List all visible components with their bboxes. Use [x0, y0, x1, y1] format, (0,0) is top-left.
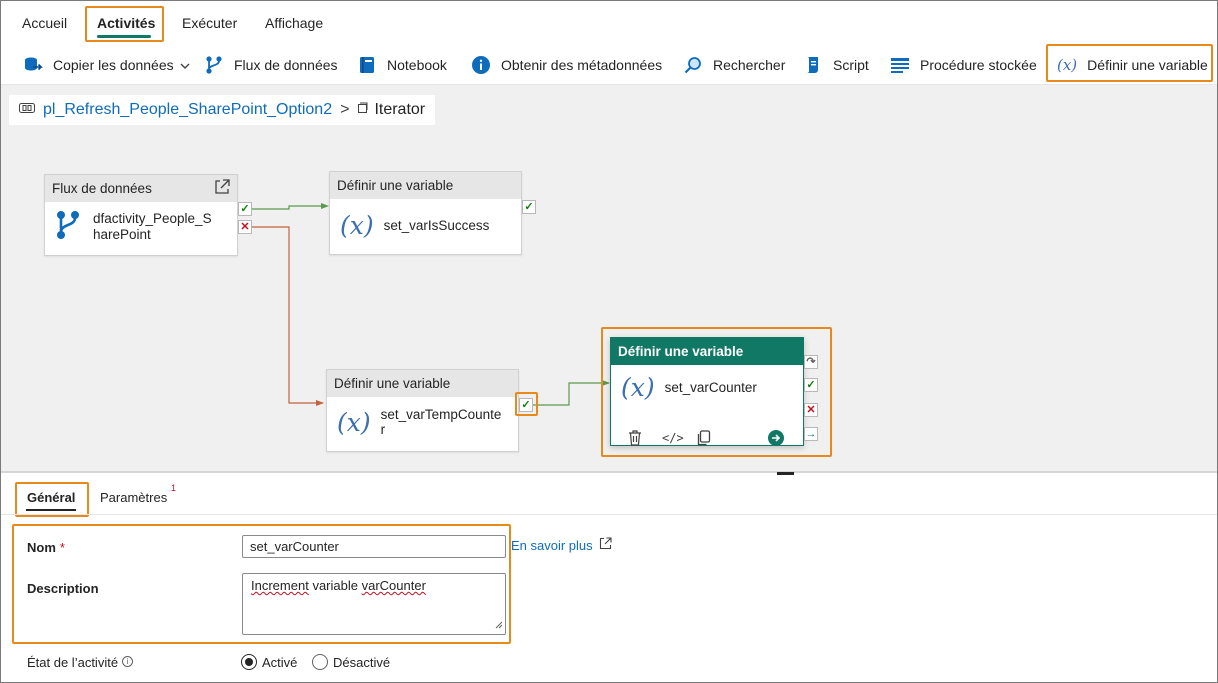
node-name: set_varIsSuccess: [383, 218, 490, 233]
notebook-label: Notebook: [387, 57, 447, 73]
variable-icon: (x): [621, 373, 655, 402]
dataflow-activity-node[interactable]: Flux de données dfactivity_People_S hare…: [44, 174, 238, 256]
activity-state-label: État de l’activité i: [27, 655, 134, 670]
resize-grip[interactable]: [777, 472, 794, 475]
tab-run[interactable]: Exécuter: [182, 15, 237, 31]
database-copy-icon: [23, 55, 43, 75]
required-mark: *: [59, 540, 65, 555]
on-skip-port[interactable]: ↷: [804, 355, 818, 369]
stored-procedure-button[interactable]: Procédure stockée: [890, 45, 1037, 85]
variable-icon: (x): [340, 211, 374, 240]
active-tab-indicator: [97, 35, 151, 38]
pipeline-connectors: [252, 203, 610, 406]
learn-more-link[interactable]: En savoir plus: [511, 537, 612, 553]
on-success-port[interactable]: ✓: [522, 200, 536, 214]
radio-indicator: [312, 654, 328, 670]
on-failure-port[interactable]: ✕: [804, 403, 818, 417]
node-name: set_varCounter: [664, 380, 757, 395]
code-icon[interactable]: </>: [662, 431, 684, 445]
radio-selected-indicator: [241, 654, 257, 670]
state-active-label: Activé: [262, 654, 298, 670]
selected-set-variable-node[interactable]: Définir une variable (x) set_varCounter …: [610, 337, 804, 446]
dataflow-icon: [55, 210, 81, 243]
description-word: variable: [312, 578, 358, 593]
dataflow-label: Flux de données: [234, 57, 338, 73]
node-name: dfactivity_People_S harePoint: [93, 211, 212, 243]
copy-data-button[interactable]: Copier les données: [23, 45, 190, 85]
state-inactive-radio[interactable]: Désactivé: [312, 654, 390, 670]
state-active-radio[interactable]: Activé: [241, 654, 297, 670]
dataflow-icon: [204, 55, 224, 75]
copy-data-label: Copier les données: [53, 57, 174, 73]
set-variable-label: Définir une variable: [1087, 57, 1208, 73]
general-tab-indicator: [26, 509, 76, 511]
tabs-divider: [1, 514, 1217, 515]
node-actions: </>: [611, 430, 801, 452]
lookup-label: Rechercher: [713, 57, 786, 73]
stored-procedure-label: Procédure stockée: [920, 57, 1037, 73]
activity-state-label-text: État de l’activité: [27, 655, 119, 670]
on-success-port[interactable]: ✓: [804, 378, 818, 392]
node-header: Définir une variable: [327, 370, 518, 397]
description-word: varCounter: [361, 578, 426, 593]
node-name: set_varTempCounte r: [381, 407, 502, 437]
tab-home[interactable]: Accueil: [22, 15, 67, 31]
activities-ribbon: Copier les données Flux de données Noteb…: [1, 45, 1217, 85]
set-variable-activity-node[interactable]: Définir une variable (x) set_varIsSucces…: [329, 171, 522, 255]
parameters-error-badge: 1: [171, 483, 177, 493]
node-name-line-1: set_varTempCounte: [380, 407, 502, 422]
script-scroll-icon: [803, 55, 823, 75]
description-textarea[interactable]: Increment variable varCounter: [242, 573, 506, 635]
on-success-port[interactable]: ✓: [519, 398, 533, 412]
lookup-button[interactable]: Rechercher: [683, 45, 785, 85]
on-success-port[interactable]: ✓: [238, 202, 252, 216]
name-input[interactable]: [242, 535, 506, 558]
notebook-button[interactable]: Notebook: [357, 45, 447, 85]
chevron-down-icon: [180, 57, 190, 73]
tab-general[interactable]: Général: [27, 490, 75, 505]
stored-procedure-icon: [890, 55, 910, 75]
node-name-line-2: harePoint: [93, 226, 151, 242]
node-name-line-2: r: [380, 422, 386, 437]
variable-icon: (x): [337, 407, 371, 437]
state-inactive-label: Désactivé: [333, 654, 391, 670]
top-menu: Accueil Activités Exécuter Affichage: [1, 1, 1217, 45]
open-external-icon: [599, 537, 612, 553]
tab-view[interactable]: Affichage: [265, 15, 323, 31]
dataflow-button[interactable]: Flux de données: [204, 45, 338, 85]
panel-splitter[interactable]: [1, 471, 1217, 473]
variable-icon: (x): [1057, 56, 1078, 74]
description-word: Increment: [251, 578, 309, 593]
script-label: Script: [833, 57, 869, 73]
node-header: Flux de données: [52, 181, 152, 196]
pipeline-canvas[interactable]: pl_Refresh_People_SharePoint_Option2 > I…: [1, 85, 1217, 471]
go-arrow-icon[interactable]: [768, 430, 784, 449]
delete-icon[interactable]: [628, 430, 642, 449]
name-label: Nom *: [27, 540, 65, 555]
script-button[interactable]: Script: [803, 45, 869, 85]
description-label: Description: [27, 581, 99, 596]
get-metadata-label: Obtenir des métadonnées: [501, 57, 663, 73]
on-completion-port[interactable]: →: [804, 427, 818, 441]
get-metadata-button[interactable]: Obtenir des métadonnées: [471, 45, 662, 85]
node-header: Définir une variable: [330, 172, 521, 199]
set-variable-activity-node[interactable]: Définir une variable (x) set_varTempCoun…: [326, 369, 519, 452]
node-header: Définir une variable: [611, 338, 803, 365]
copy-icon[interactable]: [697, 430, 711, 449]
app-window: Accueil Activités Exécuter Affichage Cop…: [0, 0, 1218, 683]
notebook-icon: [357, 55, 377, 75]
on-failure-port[interactable]: ✕: [238, 220, 252, 234]
search-icon: [683, 55, 703, 75]
info-icon[interactable]: i: [122, 656, 134, 667]
info-icon: [471, 55, 491, 75]
learn-more-text: En savoir plus: [511, 537, 593, 553]
name-label-text: Nom: [27, 540, 56, 555]
tab-activities[interactable]: Activités: [97, 15, 155, 31]
open-external-icon[interactable]: [214, 179, 230, 198]
resize-handle-icon[interactable]: [495, 617, 503, 632]
set-variable-button[interactable]: (x) Définir une variable: [1057, 45, 1208, 85]
tab-parameters[interactable]: Paramètres: [100, 490, 167, 505]
node-name-line-1: dfactivity_People_S: [93, 210, 212, 226]
